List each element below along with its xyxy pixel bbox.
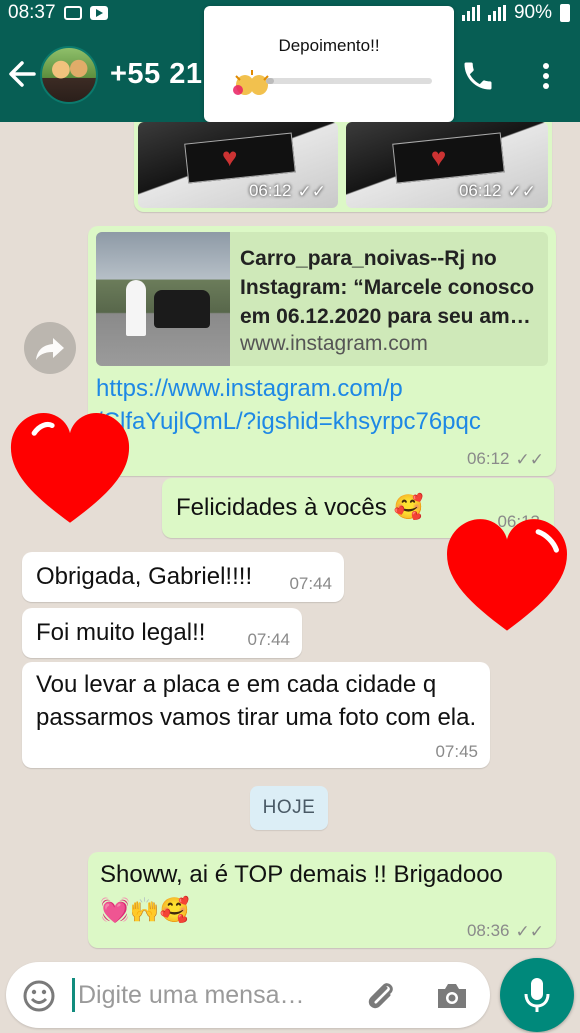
message-input[interactable] xyxy=(78,974,348,1016)
message-timestamp: 06:12 ✓✓ xyxy=(466,449,545,469)
url-line-1[interactable]: https://www.instagram.com/p xyxy=(96,372,548,405)
battery-level: 90% xyxy=(513,2,552,23)
camera-icon[interactable] xyxy=(434,978,470,1014)
message-text: Obrigada, Gabriel!!!! xyxy=(36,563,253,590)
double-check-icon: ✓✓ xyxy=(507,182,537,201)
story-overlay-card[interactable]: Depoimento!! xyxy=(204,6,454,122)
more-options-icon[interactable] xyxy=(536,60,556,92)
photo-message[interactable]: ♥ 06:12 ✓✓ ♥ 06:12 ✓✓ xyxy=(134,122,552,212)
forward-arrow-icon xyxy=(36,338,64,360)
message-text: Foi muito legal!! xyxy=(36,619,206,646)
voice-message-button[interactable] xyxy=(500,958,574,1032)
link-message[interactable]: Carro_para_noivas--Rj no Instagram: “Mar… xyxy=(88,226,556,476)
contact-name[interactable]: +55 21 xyxy=(110,58,203,91)
status-right: 90% xyxy=(461,2,570,24)
date-separator: HOJE xyxy=(250,786,328,830)
story-progress-fill xyxy=(266,78,275,84)
message-timestamp: 07:45 xyxy=(435,742,478,761)
photo-thumbnail[interactable]: ♥ 06:12 ✓✓ xyxy=(346,122,548,208)
text-cursor xyxy=(72,978,75,1012)
message-input-bar xyxy=(0,952,580,1033)
forward-button[interactable] xyxy=(24,322,76,374)
message-text: Felicidades à vocês 🥰 xyxy=(176,494,424,521)
microphone-icon xyxy=(524,978,550,1012)
youtube-icon xyxy=(89,6,108,20)
message-bubble-incoming[interactable]: Obrigada, Gabriel!!!! 07:44 xyxy=(22,552,344,602)
link-preview-title: Carro_para_noivas--Rj no Instagram: “Mar… xyxy=(240,247,535,328)
message-text: Showw, ai é TOP demais !! Brigadooo xyxy=(100,861,503,888)
link-preview-card[interactable]: Carro_para_noivas--Rj no Instagram: “Mar… xyxy=(96,232,548,366)
back-arrow-icon[interactable] xyxy=(6,54,38,94)
message-input-container[interactable] xyxy=(6,962,490,1028)
photo-timestamp: 06:12 ✓✓ xyxy=(248,181,327,201)
message-url-link[interactable]: https://www.instagram.com/p /ClfaYujlQmL… xyxy=(96,372,548,438)
attach-icon[interactable] xyxy=(362,978,398,1014)
car-image xyxy=(154,290,210,328)
voicemail-icon xyxy=(63,6,82,20)
story-progress-track xyxy=(266,78,432,84)
wedding-plate-image xyxy=(392,132,506,184)
bride-image xyxy=(126,280,146,336)
message-timestamp: 08:36 ✓✓ xyxy=(466,921,545,941)
message-timestamp: 07:44 xyxy=(289,574,332,593)
message-bubble-incoming[interactable]: Vou levar a placa e em cada cidade q pas… xyxy=(22,662,490,768)
plate-heart-icon: ♥ xyxy=(222,142,238,172)
signal-icon-2 xyxy=(487,5,506,21)
message-bubble-outgoing[interactable]: Showw, ai é TOP demais !! Brigadooo 💓🙌🥰 … xyxy=(88,852,556,948)
wedding-plate-image xyxy=(184,132,296,184)
voice-call-icon[interactable] xyxy=(460,58,496,94)
photo-thumbnail[interactable]: ♥ 06:12 ✓✓ xyxy=(138,122,338,208)
plate-heart-icon: ♥ xyxy=(430,142,447,172)
status-left: 08:37 xyxy=(8,2,108,24)
contact-avatar[interactable] xyxy=(40,46,98,104)
heart-sticker-icon xyxy=(447,519,567,631)
message-bubble-incoming[interactable]: Foi muito legal!! 07:44 xyxy=(22,608,302,658)
message-text: Vou levar a placa e em cada cidade q pas… xyxy=(36,671,477,731)
story-title: Depoimento!! xyxy=(278,36,380,55)
signal-icon xyxy=(461,5,480,21)
double-check-icon: ✓✓ xyxy=(297,182,327,201)
message-timestamp: 07:44 xyxy=(247,630,290,649)
heart-sticker-icon xyxy=(10,413,130,523)
message-emojis: 💓🙌🥰 xyxy=(100,897,190,924)
status-time: 08:37 xyxy=(8,2,56,23)
link-preview-domain: www.instagram.com xyxy=(240,332,428,355)
url-line-2[interactable]: /ClfaYujlQmL/?igshid=khsyrpc76pqc xyxy=(96,405,548,438)
battery-icon xyxy=(560,4,570,22)
link-preview-image xyxy=(96,232,230,366)
double-check-icon: ✓✓ xyxy=(515,450,545,469)
double-check-icon: ✓✓ xyxy=(515,922,545,941)
chat-area[interactable]: ♥ 06:12 ✓✓ ♥ 06:12 ✓✓ Carro_para_noivas--R… xyxy=(0,122,580,952)
emoji-icon[interactable] xyxy=(22,979,56,1013)
photo-timestamp: 06:12 ✓✓ xyxy=(458,181,537,201)
